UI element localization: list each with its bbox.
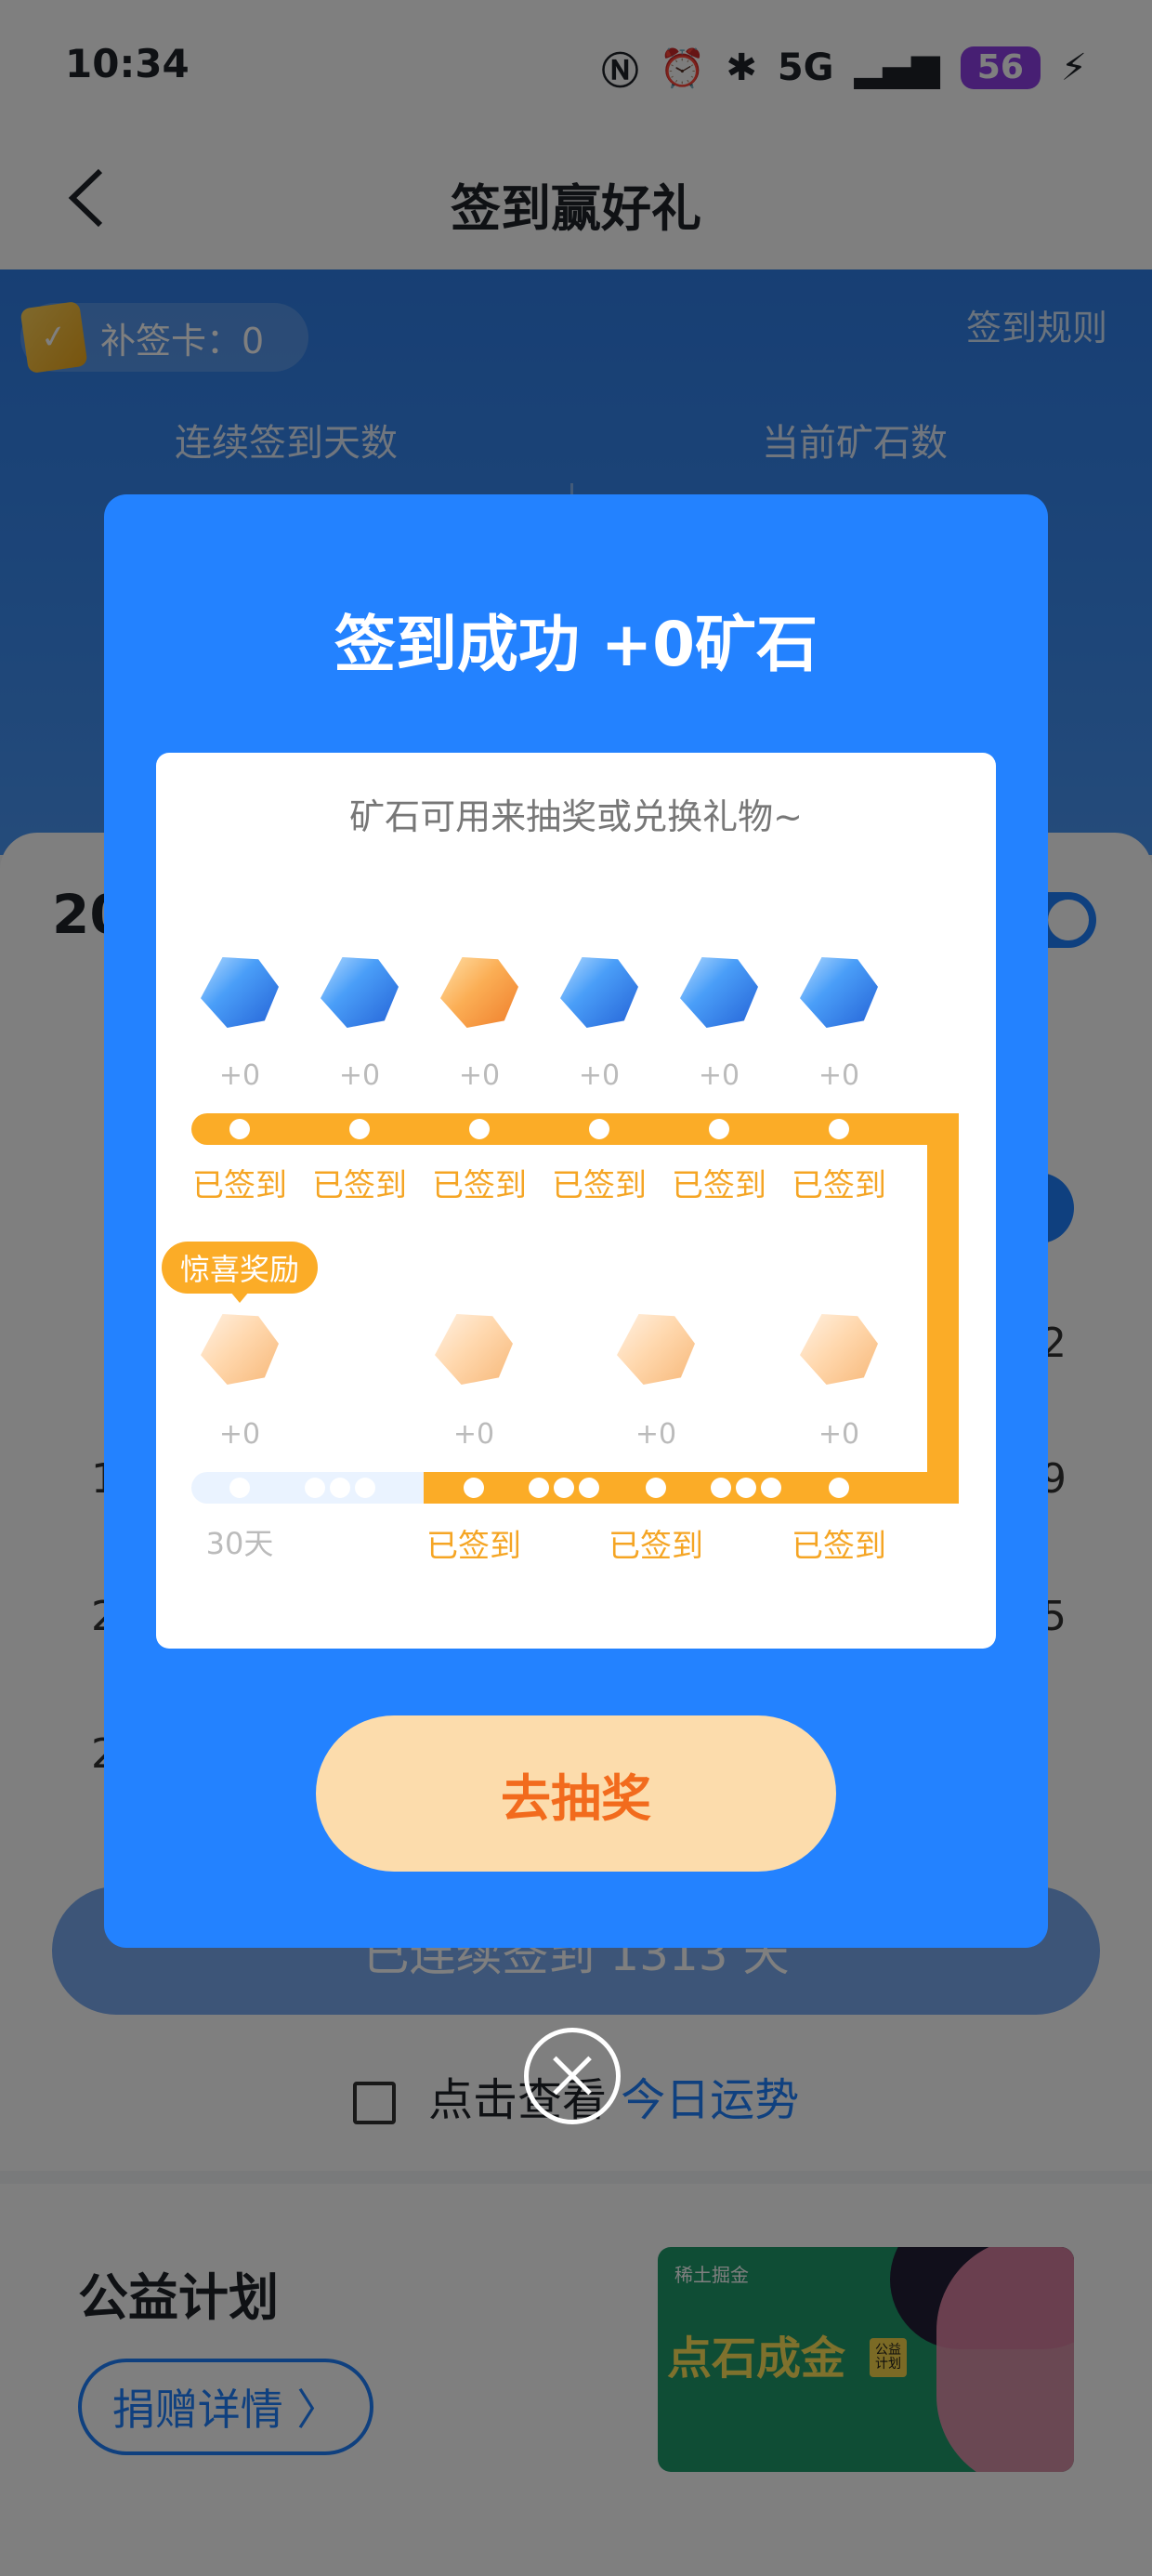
reward-amount: +0 (818, 1418, 860, 1451)
progress-dot (709, 1119, 729, 1139)
signin-status: 已签到 (432, 1167, 527, 1204)
reward-amount: +0 (635, 1418, 677, 1451)
signin-status: 已签到 (426, 1528, 521, 1565)
progress-dot (464, 1478, 484, 1498)
progress-dot (589, 1119, 609, 1139)
reward-amount: +0 (218, 1418, 261, 1451)
signin-status: 已签到 (792, 1167, 886, 1204)
signin-status: 已签到 (792, 1528, 886, 1565)
progress-dot (229, 1478, 250, 1498)
signin-status: 已签到 (672, 1167, 766, 1204)
reward-amount: +0 (338, 1059, 381, 1092)
progress-dot (554, 1478, 574, 1498)
signin-status: 已签到 (552, 1167, 647, 1204)
reward-subtitle: 矿石可用来抽奖或兑换礼物~ (349, 796, 803, 837)
progress-dot (355, 1478, 375, 1498)
progress-dot (229, 1119, 250, 1139)
progress-dot (529, 1478, 549, 1498)
go-draw-button[interactable]: 去抽奖 (316, 1715, 836, 1872)
day-30-label: 30天 (205, 1526, 274, 1561)
modal-title: 签到成功 +0矿石 (334, 609, 818, 680)
progress-dot (711, 1478, 731, 1498)
progress-dot (579, 1478, 599, 1498)
reward-amount: +0 (452, 1418, 495, 1451)
progress-dot (349, 1119, 370, 1139)
reward-amount: +0 (698, 1059, 740, 1092)
progress-dot (736, 1478, 756, 1498)
reward-amount: +0 (578, 1059, 621, 1092)
reward-amount: +0 (818, 1059, 860, 1092)
progress-dot (646, 1478, 666, 1498)
surprise-reward-tag: 惊喜奖励 (162, 1242, 318, 1294)
signin-status: 已签到 (312, 1167, 407, 1204)
progress-track (407, 1472, 959, 1504)
progress-dot (305, 1478, 325, 1498)
progress-dot (330, 1478, 350, 1498)
progress-dot (829, 1119, 849, 1139)
progress-dot (829, 1478, 849, 1498)
progress-dot (469, 1119, 490, 1139)
surprise-reward-tip (230, 1292, 249, 1303)
progress-dot (761, 1478, 781, 1498)
signin-status: 已签到 (192, 1167, 287, 1204)
signin-status: 已签到 (609, 1528, 703, 1565)
reward-amount: +0 (218, 1059, 261, 1092)
reward-amount: +0 (458, 1059, 501, 1092)
progress-track (927, 1113, 959, 1504)
close-icon[interactable] (524, 2028, 621, 2124)
